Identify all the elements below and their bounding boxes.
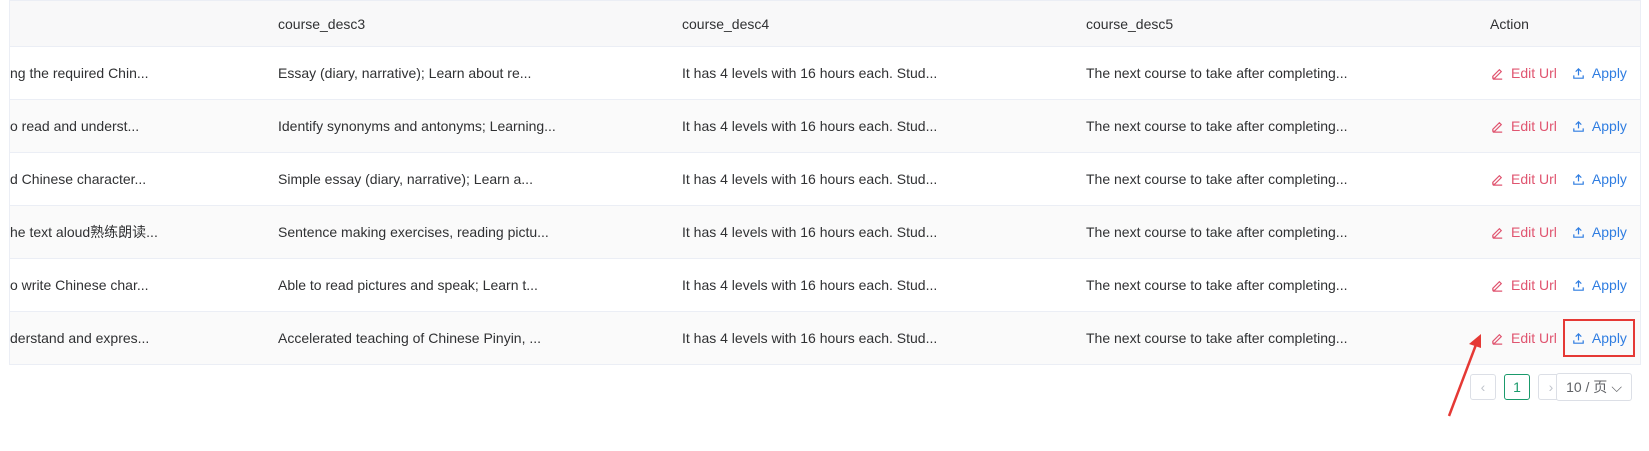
edit-icon <box>1492 174 1503 186</box>
cell-desc4: It has 4 levels with 16 hours each. Stud… <box>682 65 938 81</box>
cell-desc4: It has 4 levels with 16 hours each. Stud… <box>682 171 938 187</box>
edit-url-button[interactable]: Edit Url <box>1490 277 1557 293</box>
cell-desc2: o write Chinese char... <box>10 277 149 293</box>
table-row: derstand and expres... Accelerated teach… <box>10 312 1640 365</box>
cell-desc4: It has 4 levels with 16 hours each. Stud… <box>682 224 938 240</box>
edit-url-button[interactable]: Edit Url <box>1490 224 1557 240</box>
cell-desc4: It has 4 levels with 16 hours each. Stud… <box>682 118 938 134</box>
cell-action: Edit Url Apply <box>1470 118 1640 134</box>
upload-icon <box>1573 279 1584 291</box>
edit-icon <box>1492 68 1503 80</box>
cell-desc3: Simple essay (diary, narrative); Learn a… <box>278 171 533 187</box>
cell-desc5: The next course to take after completing… <box>1086 277 1348 293</box>
cell-desc5: The next course to take after completing… <box>1086 118 1348 134</box>
chevron-down-icon: ⌵ <box>1611 378 1622 395</box>
cell-desc2: derstand and expres... <box>10 330 150 346</box>
apply-label: Apply <box>1591 118 1627 134</box>
edit-url-button[interactable]: Edit Url <box>1490 65 1557 81</box>
column-header-desc4: course_desc4 <box>682 15 770 32</box>
page-size-value: 10 / 页 <box>1566 379 1608 395</box>
cell-action: Edit Url Apply <box>1470 319 1640 357</box>
apply-button[interactable]: Apply <box>1571 224 1627 240</box>
upload-icon <box>1573 173 1584 185</box>
edit-url-label: Edit Url <box>1511 330 1557 346</box>
column-header-desc3: course_desc3 <box>278 15 366 32</box>
cell-desc3: Essay (diary, narrative); Learn about re… <box>278 65 532 81</box>
table-row: ng the required Chin... Essay (diary, na… <box>10 47 1640 100</box>
edit-url-label: Edit Url <box>1511 277 1557 293</box>
upload-icon <box>1573 120 1584 132</box>
upload-icon <box>1573 67 1584 79</box>
cell-desc5: The next course to take after completing… <box>1086 330 1348 346</box>
apply-button[interactable]: Apply <box>1571 65 1627 81</box>
upload-icon <box>1573 332 1584 344</box>
edit-url-label: Edit Url <box>1511 118 1557 134</box>
column-header-action: Action <box>1490 15 1529 32</box>
cell-action: Edit Url Apply <box>1470 277 1640 293</box>
cell-desc5: The next course to take after completing… <box>1086 65 1348 81</box>
cell-desc5: The next course to take after completing… <box>1086 224 1348 240</box>
apply-label: Apply <box>1591 330 1627 346</box>
edit-url-button[interactable]: Edit Url <box>1490 118 1557 134</box>
table-header: course_desc3 course_desc4 course_desc5 A… <box>10 1 1640 47</box>
table-row: d Chinese character... Simple essay (dia… <box>10 153 1640 206</box>
edit-url-button[interactable]: Edit Url <box>1490 330 1557 346</box>
page-number-current[interactable]: 1 <box>1504 374 1530 400</box>
annotation-arrow-icon <box>1447 334 1481 417</box>
edit-icon <box>1492 280 1503 292</box>
cell-desc2: o read and underst... <box>10 118 140 134</box>
upload-icon <box>1573 226 1584 238</box>
apply-button[interactable]: Apply <box>1571 171 1627 187</box>
cell-desc2: he text aloud熟练朗读... <box>10 224 158 240</box>
apply-button[interactable]: Apply <box>1571 118 1627 134</box>
edit-url-label: Edit Url <box>1511 224 1557 240</box>
cell-desc2: d Chinese character... <box>10 171 147 187</box>
course-table: course_desc3 course_desc4 course_desc5 A… <box>9 0 1641 365</box>
edit-url-button[interactable]: Edit Url <box>1490 171 1557 187</box>
cell-desc3: Accelerated teaching of Chinese Pinyin, … <box>278 330 542 346</box>
apply-label: Apply <box>1591 171 1627 187</box>
cell-desc5: The next course to take after completing… <box>1086 171 1348 187</box>
edit-url-label: Edit Url <box>1511 65 1557 81</box>
cell-action: Edit Url Apply <box>1470 171 1640 187</box>
apply-label: Apply <box>1591 224 1627 240</box>
apply-label: Apply <box>1591 277 1627 293</box>
table-row: o write Chinese char... Able to read pic… <box>10 259 1640 312</box>
table-row: o read and underst... Identify synonyms … <box>10 100 1640 153</box>
cell-desc4: It has 4 levels with 16 hours each. Stud… <box>682 330 938 346</box>
edit-icon <box>1492 121 1503 133</box>
cell-desc3: Sentence making exercises, reading pictu… <box>278 224 549 240</box>
column-header-desc5: course_desc5 <box>1086 15 1174 32</box>
cell-desc2: ng the required Chin... <box>10 65 149 81</box>
table-row: he text aloud熟练朗读... Sentence making exe… <box>10 206 1640 259</box>
page-size-select[interactable]: 10 / 页 ⌵ <box>1556 373 1632 401</box>
cell-action: Edit Url Apply <box>1470 65 1640 81</box>
cell-desc3: Able to read pictures and speak; Learn t… <box>278 277 538 293</box>
edit-icon <box>1492 333 1503 345</box>
edit-icon <box>1492 227 1503 239</box>
cell-action: Edit Url Apply <box>1470 224 1640 240</box>
cell-desc3: Identify synonyms and antonyms; Learning… <box>278 118 556 134</box>
apply-label: Apply <box>1591 65 1627 81</box>
apply-button-highlighted[interactable]: Apply <box>1562 319 1635 357</box>
apply-button[interactable]: Apply <box>1571 277 1627 293</box>
cell-desc4: It has 4 levels with 16 hours each. Stud… <box>682 277 938 293</box>
edit-url-label: Edit Url <box>1511 171 1557 187</box>
